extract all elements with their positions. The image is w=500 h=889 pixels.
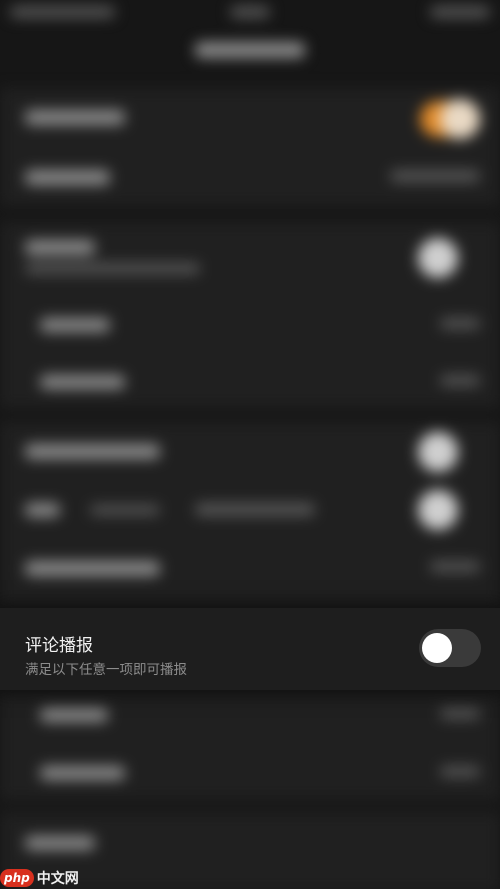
screen: 评论播报 满足以下任意一项即可播报 php 中文网 [0,0,500,889]
comment-broadcast-toggle[interactable] [419,629,481,667]
watermark: php 中文网 [0,866,79,889]
status-bar-center [230,6,270,18]
watermark-logo-badge: php [0,868,34,887]
section-1-row-1-label [25,110,125,125]
section-4-row-2-label [40,766,125,780]
section-2-row-2-value [440,318,480,329]
status-bar-left [10,6,115,18]
section-2-row-3-label [40,375,125,389]
section-2-row-2-label [40,318,110,332]
section-1-row-2-label [25,170,110,185]
section-4-row-2-value [440,766,480,777]
comment-broadcast-row: 评论播报 满足以下任意一项即可播报 [0,608,500,690]
section-3-row-2-label [25,503,60,517]
section-3-row-2-mid [90,505,160,515]
section-3-row-2-toggle-knob [418,490,458,530]
blurred-settings-background [0,0,500,889]
section-2-row-1-toggle-knob [418,238,458,278]
section-3-row-2-text [195,503,315,516]
section-3-row-1-toggle-knob [418,432,458,472]
section-2-row-1-label [25,240,95,255]
section-1-row-1-toggle-knob [440,99,480,139]
section-3-row-3-value [430,561,480,572]
section-2-row-1-sub [25,263,200,274]
status-bar-right [430,6,490,18]
section-4-row-1-label [40,708,108,722]
comment-broadcast-title: 评论播报 [25,636,93,656]
watermark-text: 中文网 [36,870,79,887]
section-1-row-2-value [390,170,480,182]
comment-broadcast-subtitle: 满足以下任意一项即可播报 [25,662,187,678]
section-3-row-1-label [25,444,160,459]
section-5-row-1-label [25,836,95,850]
toggle-knob [422,633,452,663]
page-title-blurred [195,42,305,58]
section-4 [0,690,500,800]
section-3-row-3-label [25,561,160,576]
section-2-row-3-value [440,375,480,386]
section-4-row-1-value [440,708,480,719]
